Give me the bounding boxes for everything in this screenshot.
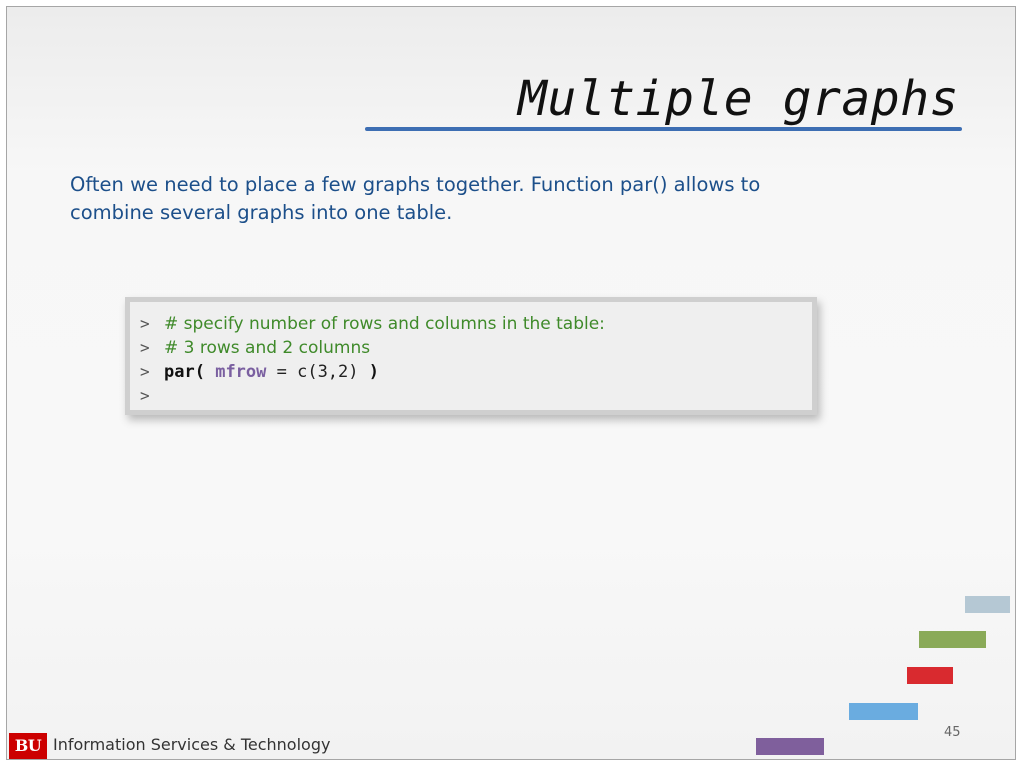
page-number: 45 [944, 725, 961, 740]
code-block: > # specify number of rows and columns in… [125, 297, 817, 415]
code-line-4: > [140, 384, 812, 408]
title-underline [365, 127, 962, 131]
footer-org-name: Information Services & Technology [53, 735, 331, 754]
slide-title: Multiple graphs [518, 71, 959, 127]
code-function: par( [164, 362, 205, 382]
console-prompt: > [140, 338, 150, 357]
console-prompt: > [140, 362, 150, 381]
code-line-1: > # specify number of rows and columns in… [140, 312, 812, 336]
console-prompt: > [140, 386, 150, 405]
code-comment: # specify number of rows and columns in … [164, 314, 605, 334]
code-line-2: > # 3 rows and 2 columns [140, 336, 812, 360]
intro-text: Often we need to place a few graphs toge… [70, 173, 761, 224]
decor-bar-4 [849, 703, 918, 720]
decor-bar-2 [919, 631, 986, 648]
code-close-paren: ) [368, 362, 379, 382]
bu-logo: BU [9, 733, 47, 759]
slide: Multiple graphs Often we need to place a… [6, 6, 1016, 760]
code-argument: mfrow [215, 362, 267, 382]
decor-bar-3 [907, 667, 953, 684]
console-prompt: > [140, 314, 150, 333]
decor-bar-1 [965, 596, 1010, 613]
decor-bar-5 [756, 738, 824, 755]
code-line-3: > par( mfrow = c(3,2) ) [140, 360, 812, 384]
code-value: = c(3,2) [266, 362, 369, 382]
code-comment: # 3 rows and 2 columns [164, 338, 371, 358]
